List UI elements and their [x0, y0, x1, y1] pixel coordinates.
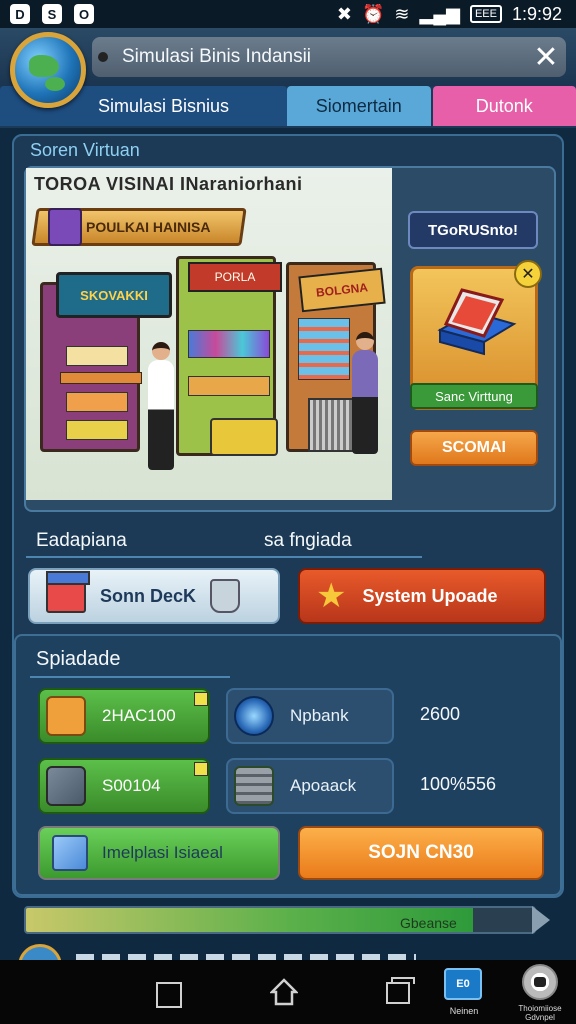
cube-icon: [52, 835, 88, 871]
shelf-goods: [188, 376, 270, 396]
corner-badge-icon: [194, 762, 208, 776]
info-label-left: Eadapiana: [36, 530, 127, 551]
notification-s-icon: S: [42, 4, 62, 24]
stall-sign-middle: PORLA: [188, 262, 282, 292]
globe-logo-icon[interactable]: [10, 32, 86, 108]
tab-bar: Simulasi Bisnius Siomertain Dutonk: [0, 86, 576, 128]
pencil-icon: [46, 766, 86, 806]
sojn-button[interactable]: SOJN CN30: [298, 826, 544, 880]
close-icon[interactable]: ✕: [526, 37, 566, 77]
wifi-icon: ≋: [394, 3, 410, 24]
customer-figure: [352, 332, 378, 454]
store-icon: [46, 571, 90, 613]
progress-label: Gbeanse: [400, 915, 457, 931]
notification-d-icon: D: [10, 4, 30, 24]
no-sim-icon: ✖: [336, 3, 352, 24]
implasi-button[interactable]: Imelplasi Isiaeal: [38, 826, 280, 880]
virtual-store-label: Sanc Virttung: [410, 383, 538, 409]
app-shortcut-icon[interactable]: E0: [444, 968, 482, 1000]
stall-sign-left: SKOVAKKI: [56, 272, 172, 318]
system-update-label: System Upoade: [362, 585, 498, 606]
server-stack-icon: [234, 766, 274, 806]
store-section-title: Soren Virtuan: [30, 140, 140, 160]
stat-tile-label: S00104: [102, 776, 161, 795]
stat-value: 2600: [420, 704, 461, 724]
recent-apps-icon[interactable]: [386, 977, 415, 1004]
stat-tile-label: Apoaack: [290, 776, 357, 795]
scene-title: TOROA VISINAI INaraniorhani: [34, 174, 303, 194]
shelf-goods: [66, 392, 128, 412]
bread-icon: [46, 696, 86, 736]
stat-tile-label: Npbank: [290, 706, 349, 725]
divider: [30, 676, 230, 678]
progress-bar: [24, 906, 536, 934]
notification-o-icon: O: [74, 4, 94, 24]
cash-register-icon: [437, 288, 517, 356]
shopkeeper-figure: [148, 342, 174, 470]
bank-orb-icon: [234, 696, 274, 736]
app-shortcut-label: Neinen: [449, 1006, 479, 1016]
tab-dutonk[interactable]: Dutonk: [432, 86, 576, 126]
search-dot-icon: [98, 52, 108, 62]
shopping-basket-icon: [210, 418, 278, 456]
stats-section-title: Spiadade: [36, 648, 121, 670]
scene-banner-text: POULKAI HAINISA: [85, 219, 211, 235]
store-deck-label: Sonn DecK: [100, 585, 197, 606]
jug-icon: [210, 579, 241, 613]
stat-tile-apoaack[interactable]: Apoaack: [226, 758, 394, 814]
divider: [26, 556, 422, 558]
alarm-icon: ⏰: [361, 3, 385, 24]
home-icon[interactable]: [270, 978, 298, 1006]
implasi-label: Imelplasi Isiaeal: [102, 843, 223, 862]
stat-tile-bread[interactable]: 2HAC100: [38, 688, 210, 744]
search-bar[interactable]: Simulasi Binis Indansii ✕: [92, 37, 566, 77]
shelf: [60, 372, 142, 384]
corner-badge-icon: [194, 692, 208, 706]
clock: 1:9:92: [511, 3, 562, 24]
signal-icon: ▂▄▆: [419, 3, 460, 24]
close-icon[interactable]: ✕: [514, 260, 542, 288]
fridge-goods: [298, 318, 350, 380]
stat-value: 100%556: [420, 774, 497, 794]
stat-tile-pencil[interactable]: S00104: [38, 758, 210, 814]
stop-square-icon[interactable]: [156, 982, 182, 1008]
search-input[interactable]: Simulasi Binis Indansii: [122, 46, 526, 68]
arrow-right-icon[interactable]: [532, 906, 550, 934]
store-deck-button[interactable]: Sonn DecK: [28, 568, 280, 624]
star-icon: ★: [316, 577, 347, 615]
avatar[interactable]: [522, 964, 558, 1000]
status-bar: D S O ✖ ⏰ ≋ ▂▄▆ EEE 1:9:92: [0, 0, 576, 28]
system-update-button[interactable]: ★ System Upoade: [298, 568, 546, 624]
shelf-goods: [188, 330, 270, 358]
shelf-goods: [66, 346, 128, 366]
shelf-goods: [66, 420, 128, 440]
stat-tile-label: 2HAC100: [102, 706, 176, 725]
stat-tile-npbank[interactable]: Npbank: [226, 688, 394, 744]
social-button[interactable]: SCOMAI: [410, 430, 538, 466]
banner-book-icon: [48, 208, 82, 246]
battery-icon: EEE: [469, 5, 502, 23]
tab-siomertain[interactable]: Siomertain: [287, 86, 431, 126]
avatar-label: Thoiomiiose Gdvnpel: [518, 1004, 562, 1022]
card-badge: TGoRUSnto!: [408, 211, 538, 249]
info-label-right: sa fngiada: [264, 530, 352, 551]
